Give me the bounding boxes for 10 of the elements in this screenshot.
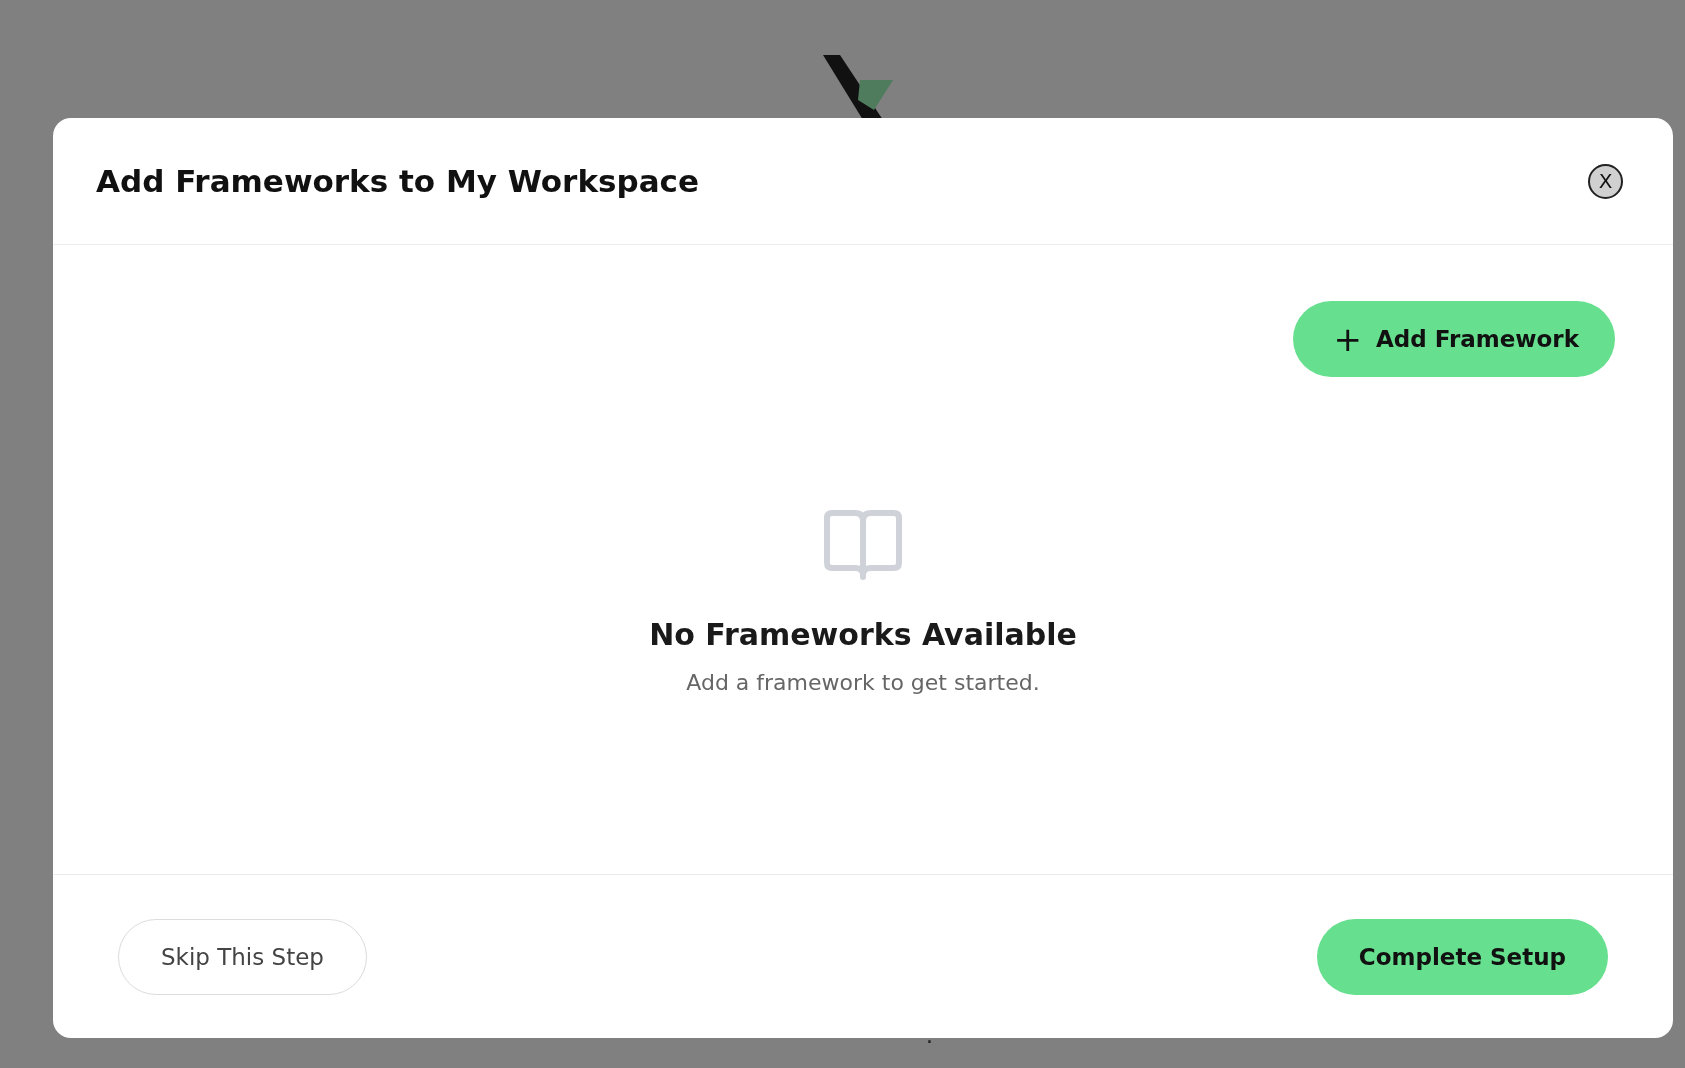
period-text: . [926,1020,933,1049]
add-framework-button[interactable]: + Add Framework [1293,301,1615,377]
close-button[interactable]: X [1588,163,1623,199]
complete-setup-button[interactable]: Complete Setup [1316,918,1608,995]
skip-step-button[interactable]: Skip This Step [118,918,367,995]
logo-mark-drawing [822,55,893,120]
book-icon [822,507,904,583]
empty-state-message: Add a framework to get started. [686,670,1040,695]
dialog-title: Add Frameworks to My Workspace [96,163,699,199]
empty-state-title: No Frameworks Available [649,617,1077,652]
